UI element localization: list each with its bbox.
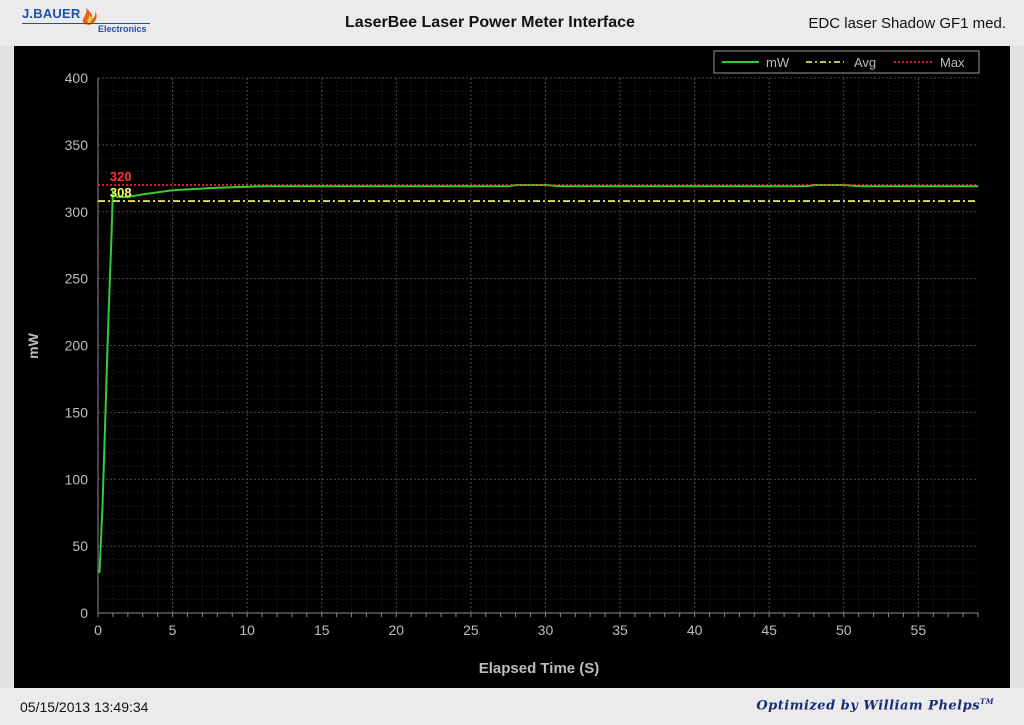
y-tick-label: 0 [80, 605, 88, 621]
brand-logo: J.BAUER Electronics [18, 4, 158, 40]
laser-name: EDC laser Shadow GF1 med. [808, 15, 1006, 32]
value-annotations: 320308 [110, 169, 132, 200]
y-axis-label: mW [25, 332, 41, 358]
x-tick-label: 15 [314, 622, 330, 638]
x-tick-label: 0 [94, 622, 102, 638]
x-tick-label: 25 [463, 622, 479, 638]
y-tick-label: 400 [65, 70, 89, 86]
app-title: LaserBee Laser Power Meter Interface [345, 14, 635, 31]
x-tick-label: 50 [836, 622, 852, 638]
x-tick-labels: 0 5 10 15 20 25 30 35 40 45 50 55 [94, 622, 926, 638]
y-tick-label: 50 [72, 538, 88, 554]
y-tick-labels: 0 50 100 150 200 250 300 350 400 [65, 70, 89, 621]
power-chart: 0 5 10 15 20 25 30 35 40 45 50 55 0 50 100 150 200 250 30… [25, 50, 980, 677]
chart-legend: mW Avg Max [713, 50, 980, 74]
x-tick-label: 35 [612, 622, 628, 638]
annotation-label: 308 [110, 185, 132, 200]
y-tick-label: 250 [65, 271, 89, 287]
legend-label-mw: mW [766, 55, 790, 70]
y-tick-label: 200 [65, 338, 89, 354]
credit-text: Optimized by William PhelpsTM [756, 697, 994, 713]
x-tick-label: 45 [761, 622, 777, 638]
header-bar: J.BAUER Electronics LaserBee Laser Power… [0, 0, 1024, 46]
app-window: J.BAUER Electronics LaserBee Laser Power… [0, 0, 1024, 725]
axes [97, 78, 979, 617]
series-line-mw [98, 184, 978, 573]
legend-label-avg: Avg [854, 55, 876, 70]
x-tick-label: 5 [169, 622, 177, 638]
credit-trademark: TM [980, 697, 994, 706]
credit-name: Optimized by William Phelps [756, 698, 981, 714]
footer-bar: 05/15/2013 13:49:34 Optimized by William… [0, 688, 1024, 725]
y-tick-label: 150 [65, 404, 89, 420]
series-lines [98, 184, 978, 573]
annotation-label: 320 [110, 169, 132, 184]
x-tick-label: 40 [687, 622, 703, 638]
y-tick-label: 350 [65, 137, 89, 153]
y-tick-label: 100 [65, 471, 89, 487]
logo-text-top: J.BAUER [22, 6, 81, 21]
x-tick-label: 20 [389, 622, 405, 638]
x-tick-label: 10 [239, 622, 255, 638]
x-axis-label: Elapsed Time (S) [479, 660, 600, 677]
x-tick-label: 55 [911, 622, 927, 638]
logo-text-bottom: Electronics [98, 24, 147, 34]
y-tick-label: 300 [65, 204, 89, 220]
x-tick-label: 30 [538, 622, 554, 638]
capture-timestamp: 05/15/2013 13:49:34 [20, 699, 149, 715]
legend-label-max: Max [940, 55, 965, 70]
chart-panel: 0 5 10 15 20 25 30 35 40 45 50 55 0 50 100 150 200 250 30… [14, 46, 1010, 688]
